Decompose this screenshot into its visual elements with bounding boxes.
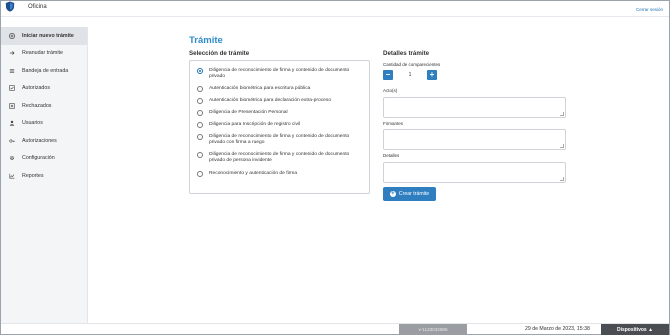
page-title: Trámite <box>189 35 223 46</box>
radio-button[interactable] <box>197 122 203 128</box>
resize-handle-icon[interactable] <box>560 177 564 181</box>
procedure-option[interactable]: Diligencia de reconocimiento de firma y … <box>197 152 365 164</box>
procedure-option[interactable]: Diligencia para Inscripción de registro … <box>197 122 365 128</box>
decrement-button[interactable]: − <box>383 70 393 80</box>
radio-button[interactable] <box>197 171 203 177</box>
option-label: Diligencia para Inscripción de registro … <box>209 122 301 127</box>
option-label: Autenticación biométrica para escritura … <box>209 86 311 91</box>
sidebar-item-reports[interactable]: Reportes <box>1 167 87 185</box>
version-badge: v-1123032986 <box>399 324 467 335</box>
procedure-option[interactable]: Diligencia de reconocimiento de firma y … <box>197 68 365 80</box>
sidebar-item-label: Configuración <box>22 155 55 162</box>
shield-logo-icon <box>5 1 15 12</box>
details-label: Detalles <box>383 153 400 158</box>
gear-icon <box>8 154 16 162</box>
selection-title: Selección de trámite <box>189 50 250 57</box>
procedure-option[interactable]: Autenticación biométrica para declaració… <box>197 98 365 104</box>
arrow-right-icon <box>8 49 16 57</box>
sidebar-item-label: Reanudar trámite <box>22 50 63 57</box>
sidebar-item-label: Autorizados <box>22 85 50 92</box>
create-procedure-button[interactable]: + Crear trámite <box>383 187 436 201</box>
sidebar-item-new-procedure[interactable]: Iniciar nuevo trámite <box>1 27 87 45</box>
sidebar-item-resume-procedure[interactable]: Reanudar trámite <box>1 45 87 63</box>
app-title: Oficina <box>28 4 47 10</box>
radio-button[interactable] <box>197 152 203 158</box>
sidebar-item-label: Reportes <box>22 172 44 179</box>
top-bar: Oficina Cerrar sesión <box>1 1 669 17</box>
plus-circle-icon: + <box>389 191 396 197</box>
sidebar-item-authorized[interactable]: Autorizados <box>1 80 87 98</box>
footer-bar: v-1123032986 29 de Marzo de 2023, 15:38 … <box>1 323 669 335</box>
procedure-option[interactable]: Reconocimiento y autenticación de firma <box>197 171 365 177</box>
logout-link[interactable]: Cerrar sesión <box>636 7 663 12</box>
create-button-label: Crear trámite <box>398 191 430 197</box>
sidebar-item-settings[interactable]: Configuración <box>1 150 87 168</box>
sidebar-item-authorizations[interactable]: Autorizaciones <box>1 132 87 150</box>
radio-button[interactable] <box>197 134 203 140</box>
signers-field[interactable] <box>383 129 566 150</box>
sidebar-item-label: Iniciar nuevo trámite <box>22 32 74 39</box>
procedure-option[interactable]: Diligencia de Presentación Personal <box>197 110 365 116</box>
option-label: Reconocimiento y autenticación de firma <box>209 171 298 176</box>
resize-handle-icon[interactable] <box>560 144 564 148</box>
radio-button-selected[interactable] <box>197 68 203 74</box>
sidebar-item-label: Autorizaciones <box>22 137 57 144</box>
user-icon <box>8 119 16 127</box>
sidebar-item-label: Bandeja de entrada <box>22 67 69 74</box>
list-icon <box>8 67 16 75</box>
sidebar-item-label: Rechazados <box>22 102 52 109</box>
details-title: Detalles trámite <box>383 50 430 57</box>
check-icon <box>8 84 16 92</box>
option-label: Diligencia de reconocimiento de firma y … <box>209 68 350 80</box>
plus-circle-icon <box>8 32 16 40</box>
details-field[interactable] <box>383 162 566 183</box>
sidebar-item-users[interactable]: Usuarios <box>1 115 87 133</box>
key-icon <box>8 137 16 145</box>
radio-button[interactable] <box>197 86 203 92</box>
chart-icon <box>8 172 16 180</box>
count-label: Cantidad de comparecientes <box>383 62 441 67</box>
option-label: Diligencia de reconocimiento de firma y … <box>209 134 350 146</box>
procedure-option[interactable]: Autenticación biométrica para escritura … <box>197 86 365 92</box>
quantity-stepper: − 1 + <box>383 70 437 80</box>
sidebar-item-rejected[interactable]: Rechazados <box>1 97 87 115</box>
date-time: 29 de Marzo de 2023, 15:38 <box>525 326 590 332</box>
acts-field[interactable] <box>383 97 566 118</box>
signers-label: Firmantes <box>383 121 404 126</box>
increment-button[interactable]: + <box>427 70 437 80</box>
option-label: Diligencia de reconocimiento de firma y … <box>209 152 350 164</box>
close-icon <box>8 102 16 110</box>
sidebar-item-inbox[interactable]: Bandeja de entrada <box>1 62 87 80</box>
radio-button[interactable] <box>197 98 203 104</box>
sidebar-item-label: Usuarios <box>22 120 43 127</box>
devices-button[interactable]: Dispositivos ▲ <box>601 324 669 335</box>
radio-button[interactable] <box>197 110 203 116</box>
resize-handle-icon[interactable] <box>560 112 564 116</box>
option-label: Autenticación biométrica para declaració… <box>209 98 332 103</box>
procedure-option[interactable]: Diligencia de reconocimiento de firma y … <box>197 134 365 146</box>
procedure-options-panel: Diligencia de reconocimiento de firma y … <box>189 60 370 194</box>
sidebar: Iniciar nuevo trámite Reanudar trámite B… <box>1 27 88 324</box>
main-content: Trámite Selección de trámite Diligencia … <box>89 27 669 324</box>
acts-label: Acto(s) <box>383 88 398 93</box>
option-label: Diligencia de Presentación Personal <box>209 110 288 115</box>
quantity-value: 1 <box>408 72 412 78</box>
